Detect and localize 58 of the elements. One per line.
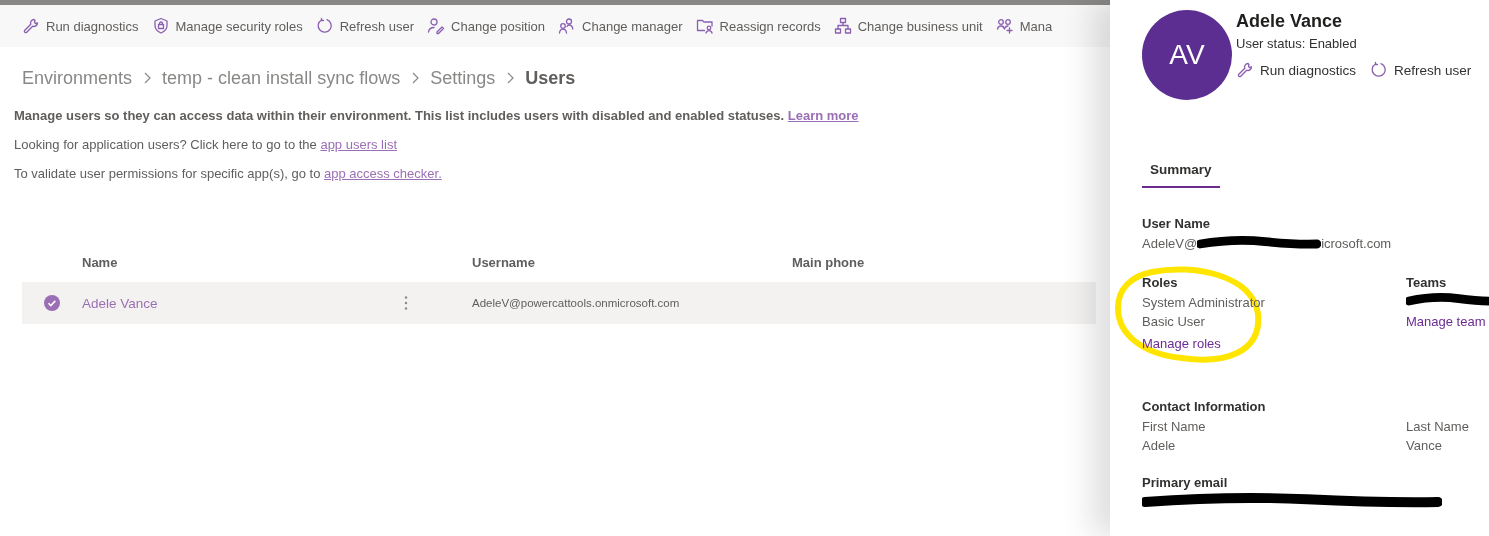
link[interactable]: Learn more [787, 108, 859, 123]
chevron-icon [142, 71, 153, 85]
tab[interactable]: Summary [1142, 156, 1220, 188]
people-add-icon [995, 17, 1014, 35]
field-label: Last Name [1406, 418, 1470, 436]
refresh-icon [1370, 61, 1389, 79]
field-value: Adele [1142, 437, 1177, 455]
wrench-icon [22, 17, 40, 35]
role-text: Basic User [1142, 313, 1206, 331]
table-cell-text: AdeleV@powercattools.onmicrosoft.com [472, 297, 681, 309]
status-text: User status: Enabled [1236, 36, 1358, 51]
link[interactable]: app access checker. [323, 166, 442, 181]
section-title: Contact Information [1142, 398, 1267, 416]
field-value: AdeleV@ [1142, 235, 1198, 253]
field-value: icrosoft.com [1321, 235, 1392, 253]
action-button[interactable]: Run diagnostics [1236, 61, 1357, 79]
folder-person-icon [695, 17, 714, 35]
breadcrumb-link[interactable]: Environments [22, 67, 133, 89]
action-button[interactable]: Refresh user [1370, 61, 1472, 79]
avatar: AV [1142, 10, 1232, 100]
toolbar-button[interactable]: Change business unit [831, 17, 985, 35]
person-edit-icon [427, 17, 446, 35]
column-header[interactable]: Name [82, 254, 472, 270]
checkmark-icon [43, 294, 61, 312]
org-chart-icon [833, 17, 852, 35]
field-label: User Name [1142, 215, 1211, 233]
chevron-icon [410, 71, 421, 85]
toolbar-button[interactable]: Run diagnostics [20, 17, 141, 35]
field-value: Vance [1406, 437, 1443, 455]
column-header[interactable]: Main phone [792, 254, 865, 270]
field-label: Primary email [1142, 474, 1229, 492]
table-row[interactable]: Adele Vance AdeleV@powercattools.onmicrosoft.com [22, 282, 1096, 324]
wrench-icon [1236, 61, 1254, 79]
toolbar-button[interactable]: Change position [425, 17, 548, 35]
field-label: First Name [1142, 418, 1207, 436]
toolbar-button[interactable]: Mana [993, 17, 1055, 35]
breadcrumb-link[interactable]: Users [525, 67, 576, 89]
user-name-title: Adele Vance [1236, 10, 1344, 32]
toolbar-button[interactable]: Refresh user [313, 17, 417, 35]
info-text: Looking for application users? Click here to go to the app users list [14, 136, 398, 153]
field-label: Roles [1142, 274, 1179, 292]
shield-icon [151, 17, 170, 35]
column-header[interactable]: Username [472, 254, 792, 270]
link[interactable]: Manage team [1406, 314, 1489, 329]
link[interactable]: app users list [320, 137, 397, 152]
breadcrumb-link[interactable]: temp - clean install sync flows [162, 67, 401, 89]
breadcrumb-link[interactable]: Settings [430, 67, 496, 89]
toolbar-button[interactable]: Reassign records [693, 17, 823, 35]
link[interactable]: Manage roles [1142, 336, 1406, 351]
refresh-icon [315, 17, 334, 35]
chevron-icon [505, 71, 516, 85]
toolbar-button[interactable]: Manage security roles [149, 17, 305, 35]
more-icon [404, 295, 408, 311]
toolbar-button[interactable]: Change manager [556, 17, 685, 35]
info-text: To validate user permissions for specific app(s), go to app access checker. [14, 165, 443, 182]
description-text: Manage users so they can access data within their environment. This list includes users with disabled and enabled statuses. Learn more [14, 107, 860, 124]
field-label: Teams [1406, 274, 1448, 292]
name-link[interactable]: Adele Vance [82, 295, 158, 311]
